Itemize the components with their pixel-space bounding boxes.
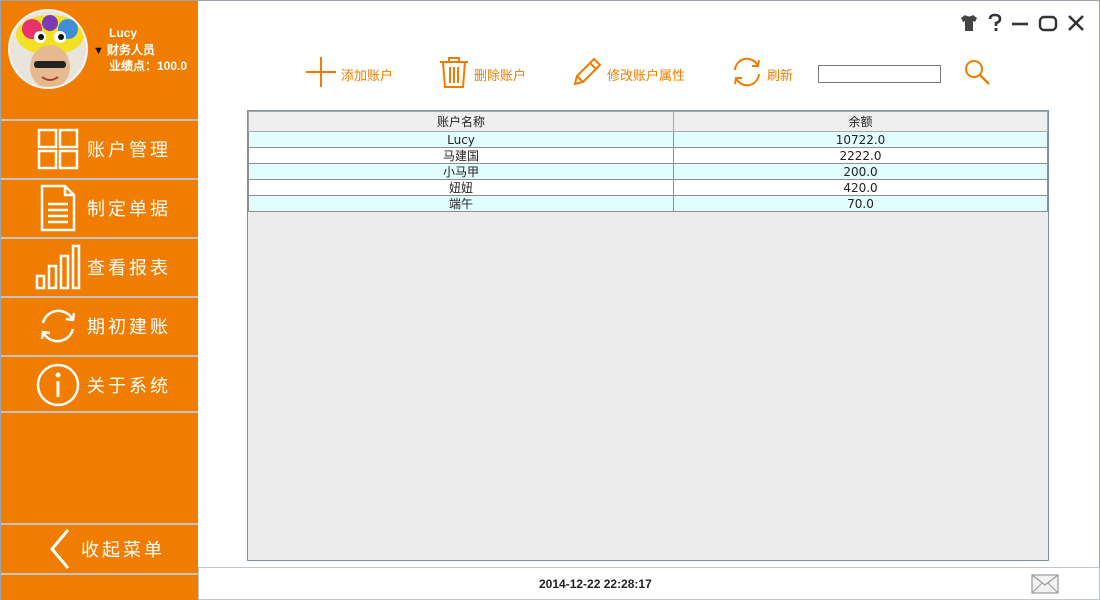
- search-button[interactable]: [961, 59, 993, 89]
- accounts-table: 账户名称 余额 Lucy 10722.0 马建国 2222.0 小马甲 200.…: [248, 111, 1048, 212]
- menu-divider: [1, 411, 198, 413]
- add-account-button[interactable]: 添加账户: [304, 55, 394, 94]
- mail-icon[interactable]: [1031, 574, 1059, 594]
- sidebar-item-label: 查看报表: [87, 258, 171, 279]
- account-name-cell: 小马甲: [248, 163, 674, 180]
- refresh-icon: [730, 55, 764, 94]
- status-bar: 2014-12-22 22:28:17: [198, 567, 1100, 600]
- sidebar-item-about-system[interactable]: 关于系统: [1, 355, 198, 413]
- maximize-icon[interactable]: [1038, 12, 1058, 34]
- sidebar-item-create-voucher[interactable]: 制定单据: [1, 178, 198, 236]
- skin-shirt-icon[interactable]: [959, 12, 979, 34]
- table-row[interactable]: Lucy 10722.0: [248, 131, 1048, 148]
- balance-cell: 2222.0: [673, 147, 1048, 164]
- close-icon[interactable]: [1067, 12, 1085, 34]
- sidebar-item-label: 账户管理: [87, 140, 171, 161]
- user-name: Lucy: [109, 26, 138, 40]
- search-input[interactable]: [818, 65, 941, 83]
- sidebar-item-view-reports[interactable]: 查看报表: [1, 237, 198, 295]
- bar-chart-icon: [35, 244, 81, 290]
- balance-cell: 70.0: [673, 195, 1048, 212]
- account-name-cell: 妞妞: [248, 179, 674, 196]
- table-header-row: 账户名称 余额: [248, 111, 1048, 132]
- collapse-menu-label: 收起菜单: [81, 540, 165, 561]
- edit-account-label: 修改账户属性: [607, 68, 686, 84]
- refresh-icon: [35, 303, 81, 349]
- table-row[interactable]: 小马甲 200.0: [248, 163, 1048, 180]
- edit-account-button[interactable]: 修改账户属性: [570, 57, 685, 91]
- balance-cell: 200.0: [673, 163, 1048, 180]
- column-header-balance[interactable]: 余额: [673, 111, 1048, 132]
- account-name-cell: Lucy: [248, 131, 674, 148]
- balance-cell: 10722.0: [673, 131, 1048, 148]
- document-icon: [35, 184, 81, 232]
- info-icon: [35, 362, 81, 408]
- sidebar-item-label: 制定单据: [87, 199, 171, 220]
- refresh-button[interactable]: 刷新: [730, 57, 793, 91]
- app-window: Lucy ▼ 财务人员 业绩点：100.0 账户管理 制定单据 查看报表 期初建…: [0, 0, 1100, 600]
- balance-cell: 420.0: [673, 179, 1048, 196]
- pencil-icon: [570, 55, 604, 94]
- search-icon: [963, 58, 991, 91]
- avatar[interactable]: [8, 9, 88, 89]
- refresh-label: 刷新: [767, 68, 794, 84]
- sidebar-item-label: 关于系统: [87, 376, 171, 397]
- sidebar-item-account-management[interactable]: 账户管理: [1, 119, 198, 177]
- table-row[interactable]: 端午 70.0: [248, 195, 1048, 212]
- sidebar: Lucy ▼ 财务人员 业绩点：100.0 账户管理 制定单据 查看报表 期初建…: [1, 1, 198, 600]
- table-row[interactable]: 妞妞 420.0: [248, 179, 1048, 196]
- sidebar-item-opening-setup[interactable]: 期初建账: [1, 296, 198, 354]
- trash-icon: [437, 55, 471, 94]
- table-row[interactable]: 马建国 2222.0: [248, 147, 1048, 164]
- grid-icon: [35, 126, 81, 172]
- accounts-table-panel: 账户名称 余额 Lucy 10722.0 马建国 2222.0 小马甲 200.…: [247, 110, 1049, 561]
- sidebar-item-label: 期初建账: [87, 317, 171, 338]
- user-role-label: 财务人员: [106, 43, 155, 57]
- chevron-left-icon: [45, 526, 75, 572]
- user-role-dropdown[interactable]: ▼ 财务人员: [93, 41, 155, 58]
- user-profile: Lucy ▼ 财务人员 业绩点：100.0: [1, 1, 198, 118]
- status-datetime: 2014-12-22 22:28:17: [539, 577, 652, 591]
- plus-icon: [304, 55, 338, 94]
- account-name-cell: 端午: [248, 195, 674, 212]
- minimize-icon[interactable]: [1011, 12, 1029, 34]
- user-score: 业绩点：100.0: [109, 59, 188, 73]
- column-header-account-name[interactable]: 账户名称: [248, 111, 674, 132]
- delete-account-label: 删除账户: [474, 68, 527, 84]
- caret-down-icon: ▼: [93, 45, 104, 57]
- add-account-label: 添加账户: [341, 68, 394, 84]
- collapse-menu-button[interactable]: 收起菜单: [1, 523, 198, 575]
- account-name-cell: 马建国: [248, 147, 674, 164]
- help-icon[interactable]: [988, 12, 1002, 34]
- delete-account-button[interactable]: 删除账户: [437, 55, 527, 94]
- window-controls: [959, 11, 1085, 35]
